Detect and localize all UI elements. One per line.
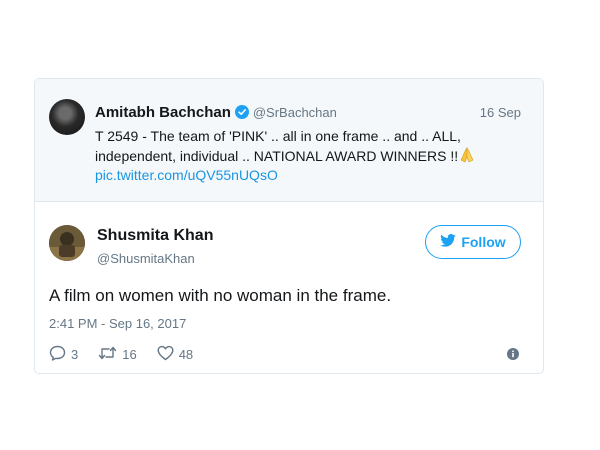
author-name[interactable]: Amitabh Bachchan: [95, 104, 231, 121]
tweet-date[interactable]: 16 Sep: [480, 105, 521, 120]
quoted-tweet-body: T 2549 - The team of 'PINK' .. all in on…: [95, 128, 461, 164]
tweet-timestamp[interactable]: 2:41 PM - Sep 16, 2017: [49, 316, 186, 331]
author-handle[interactable]: @SrBachchan: [253, 105, 337, 120]
media-link[interactable]: pic.twitter.com/uQV55nUQsO: [95, 167, 278, 183]
quoted-tweet-header: Amitabh Bachchan @SrBachchan 16 Sep: [95, 104, 521, 122]
reply-tweet: Shusmita Khan @ShusmitaKhan Follow A fil…: [35, 203, 543, 373]
tweet-text: A film on women with no woman in the fra…: [49, 286, 392, 305]
avatar[interactable]: [49, 225, 85, 261]
follow-label: Follow: [461, 234, 506, 250]
tweet-actions: 3 16 48: [49, 345, 213, 363]
quoted-tweet-text: T 2549 - The team of 'PINK' .. all in on…: [95, 126, 535, 169]
verified-badge-icon: [234, 105, 249, 119]
like-action[interactable]: 48: [157, 345, 193, 364]
info-icon[interactable]: [507, 347, 519, 365]
like-count: 48: [178, 346, 194, 362]
retweet-icon: [98, 345, 117, 364]
reply-icon: [49, 345, 66, 364]
quoted-tweet[interactable]: Amitabh Bachchan @SrBachchan 16 Sep T 254…: [35, 79, 543, 202]
heart-icon: [157, 345, 174, 364]
avatar[interactable]: [49, 99, 85, 135]
folded-hands-icon: [458, 146, 476, 169]
author-handle[interactable]: @ShusmitaKhan: [97, 251, 195, 266]
author-name[interactable]: Shusmita Khan: [97, 227, 213, 245]
retweet-count: 16: [122, 346, 137, 362]
tweet-card: Amitabh Bachchan @SrBachchan 16 Sep T 254…: [34, 78, 544, 374]
follow-button[interactable]: Follow: [425, 225, 521, 259]
twitter-bird-icon: [440, 234, 457, 250]
reply-action[interactable]: 3: [49, 345, 78, 364]
retweet-action[interactable]: 16: [98, 345, 137, 364]
reply-count: 3: [71, 346, 79, 362]
